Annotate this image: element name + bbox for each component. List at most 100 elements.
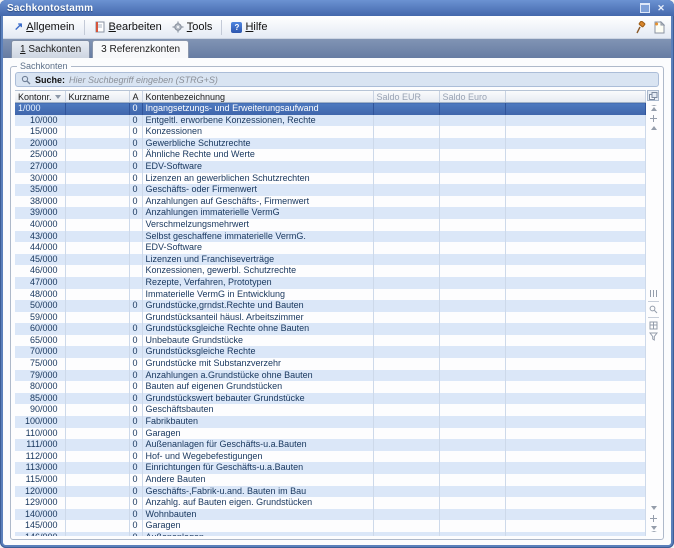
- cell-a[interactable]: 0: [129, 115, 142, 127]
- scroll-bottom-button[interactable]: [648, 524, 659, 534]
- cell-kurzname[interactable]: [65, 219, 129, 231]
- close-button[interactable]: ✕: [655, 3, 667, 14]
- column-header-saldo-euro[interactable]: Saldo Euro: [439, 91, 505, 103]
- cell-kurzname[interactable]: [65, 358, 129, 370]
- cell-kontenbezeichnung[interactable]: Garagen: [142, 428, 373, 440]
- cell-a[interactable]: 0: [129, 520, 142, 532]
- titlebar[interactable]: Sachkontostamm ✕: [0, 0, 674, 16]
- cell-saldo-euro[interactable]: [439, 451, 505, 463]
- cell-kontonr[interactable]: 50/000: [15, 300, 65, 312]
- cell-a[interactable]: 0: [129, 207, 142, 219]
- cell-saldo-euro[interactable]: [439, 161, 505, 173]
- cell-saldo-euro[interactable]: [439, 462, 505, 474]
- cell-kontonr[interactable]: 46/000: [15, 265, 65, 277]
- cell-kontonr[interactable]: 27/000: [15, 161, 65, 173]
- table-row[interactable]: 145/000 0 Garagen: [15, 520, 646, 532]
- cell-saldo-eur[interactable]: [373, 149, 439, 161]
- restore-button[interactable]: [639, 3, 651, 14]
- cell-a[interactable]: 0: [129, 532, 142, 536]
- cell-kurzname[interactable]: [65, 161, 129, 173]
- cell-saldo-euro[interactable]: [439, 520, 505, 532]
- cell-kontenbezeichnung[interactable]: Unbebaute Grundstücke: [142, 335, 373, 347]
- cell-kontonr[interactable]: 80/000: [15, 381, 65, 393]
- scroll-here-bottom-button[interactable]: [648, 513, 659, 523]
- cell-saldo-euro[interactable]: [439, 289, 505, 301]
- cell-a[interactable]: 0: [129, 149, 142, 161]
- table-row[interactable]: 70/000 0 Grundstücksgleiche Rechte: [15, 346, 646, 358]
- cell-kontenbezeichnung[interactable]: Geschäfts- oder Firmenwert: [142, 184, 373, 196]
- cell-saldo-eur[interactable]: [373, 103, 439, 115]
- cell-kontonr[interactable]: 45/000: [15, 254, 65, 266]
- menu-hilfe[interactable]: ? Hilfe: [226, 19, 272, 35]
- cell-saldo-euro[interactable]: [439, 184, 505, 196]
- cell-kontonr[interactable]: 39/000: [15, 207, 65, 219]
- cell-kontonr[interactable]: 35/000: [15, 184, 65, 196]
- cell-a[interactable]: 0: [129, 381, 142, 393]
- search-bar[interactable]: Suche:: [15, 72, 659, 87]
- table-row[interactable]: 112/000 0 Hof- und Wegebefestigungen: [15, 451, 646, 463]
- cell-kurzname[interactable]: [65, 335, 129, 347]
- cell-kontenbezeichnung[interactable]: Entgeltl. erworbene Konzessionen, Rechte: [142, 115, 373, 127]
- cell-saldo-eur[interactable]: [373, 126, 439, 138]
- cell-kontonr[interactable]: 100/000: [15, 416, 65, 428]
- cell-saldo-eur[interactable]: [373, 207, 439, 219]
- cell-saldo-euro[interactable]: [439, 103, 505, 115]
- cell-a[interactable]: [129, 312, 142, 324]
- cell-kurzname[interactable]: [65, 520, 129, 532]
- cell-a[interactable]: 0: [129, 196, 142, 208]
- cell-saldo-euro[interactable]: [439, 242, 505, 254]
- cell-saldo-eur[interactable]: [373, 393, 439, 405]
- cell-saldo-euro[interactable]: [439, 532, 505, 536]
- cell-a[interactable]: 0: [129, 335, 142, 347]
- cell-saldo-eur[interactable]: [373, 323, 439, 335]
- cell-kurzname[interactable]: [65, 184, 129, 196]
- cell-kontenbezeichnung[interactable]: Ähnliche Rechte und Werte: [142, 149, 373, 161]
- pin-icon[interactable]: [635, 21, 647, 34]
- cell-saldo-eur[interactable]: [373, 138, 439, 150]
- cell-kontenbezeichnung[interactable]: Außenanlagen für Geschäfts-u.a.Bauten: [142, 439, 373, 451]
- table-row[interactable]: 15/000 0 Konzessionen: [15, 126, 646, 138]
- table-row[interactable]: 47/000 Rezepte, Verfahren, Prototypen: [15, 277, 646, 289]
- scroll-here-top-button[interactable]: [648, 113, 659, 123]
- cell-saldo-euro[interactable]: [439, 474, 505, 486]
- tab-referenzkonten[interactable]: 3 Referenzkonten: [92, 40, 189, 58]
- cell-kurzname[interactable]: [65, 486, 129, 498]
- column-width-button[interactable]: [649, 288, 658, 299]
- column-chooser-button[interactable]: [647, 90, 659, 101]
- table-row[interactable]: 90/000 0 Geschäftsbauten: [15, 404, 646, 416]
- cell-saldo-eur[interactable]: [373, 428, 439, 440]
- table-row[interactable]: 48/000 Immaterielle VermG in Entwicklung: [15, 289, 646, 301]
- table-row[interactable]: 113/000 0 Einrichtungen für Geschäfts-u.…: [15, 462, 646, 474]
- cell-saldo-eur[interactable]: [373, 474, 439, 486]
- cell-kontenbezeichnung[interactable]: Außenanlagen: [142, 532, 373, 536]
- table-row[interactable]: 25/000 0 Ähnliche Rechte und Werte: [15, 149, 646, 161]
- table-row[interactable]: 35/000 0 Geschäfts- oder Firmenwert: [15, 184, 646, 196]
- cell-kontonr[interactable]: 47/000: [15, 277, 65, 289]
- cell-kurzname[interactable]: [65, 207, 129, 219]
- cell-a[interactable]: 0: [129, 462, 142, 474]
- cell-kontonr[interactable]: 1/000: [15, 103, 65, 115]
- scroll-top-button[interactable]: [648, 103, 659, 113]
- cell-kontenbezeichnung[interactable]: Grundstücksgleiche Rechte ohne Bauten: [142, 323, 373, 335]
- tab-sachkonten[interactable]: 1 Sachkonten: [11, 40, 90, 58]
- cell-saldo-eur[interactable]: [373, 416, 439, 428]
- cell-kontenbezeichnung[interactable]: Rezepte, Verfahren, Prototypen: [142, 277, 373, 289]
- cell-kontenbezeichnung[interactable]: Selbst geschaffene immaterielle VermG.: [142, 231, 373, 243]
- cell-saldo-eur[interactable]: [373, 381, 439, 393]
- cell-kurzname[interactable]: [65, 393, 129, 405]
- cell-kontonr[interactable]: 90/000: [15, 404, 65, 416]
- table-row[interactable]: 60/000 0 Grundstücksgleiche Rechte ohne …: [15, 323, 646, 335]
- cell-kurzname[interactable]: [65, 115, 129, 127]
- cell-kurzname[interactable]: [65, 323, 129, 335]
- menu-allgemein[interactable]: ↗ Allgemein: [9, 19, 80, 35]
- cell-saldo-eur[interactable]: [373, 254, 439, 266]
- cell-kontonr[interactable]: 38/000: [15, 196, 65, 208]
- cell-saldo-eur[interactable]: [373, 300, 439, 312]
- table-row[interactable]: 43/000 Selbst geschaffene immaterielle V…: [15, 231, 646, 243]
- cell-saldo-euro[interactable]: [439, 497, 505, 509]
- cell-a[interactable]: 0: [129, 404, 142, 416]
- cell-kontonr[interactable]: 79/000: [15, 370, 65, 382]
- cell-saldo-eur[interactable]: [373, 265, 439, 277]
- table-row[interactable]: 45/000 Lizenzen und Franchiseverträge: [15, 254, 646, 266]
- table-row[interactable]: 20/000 0 Gewerbliche Schutzrechte: [15, 138, 646, 150]
